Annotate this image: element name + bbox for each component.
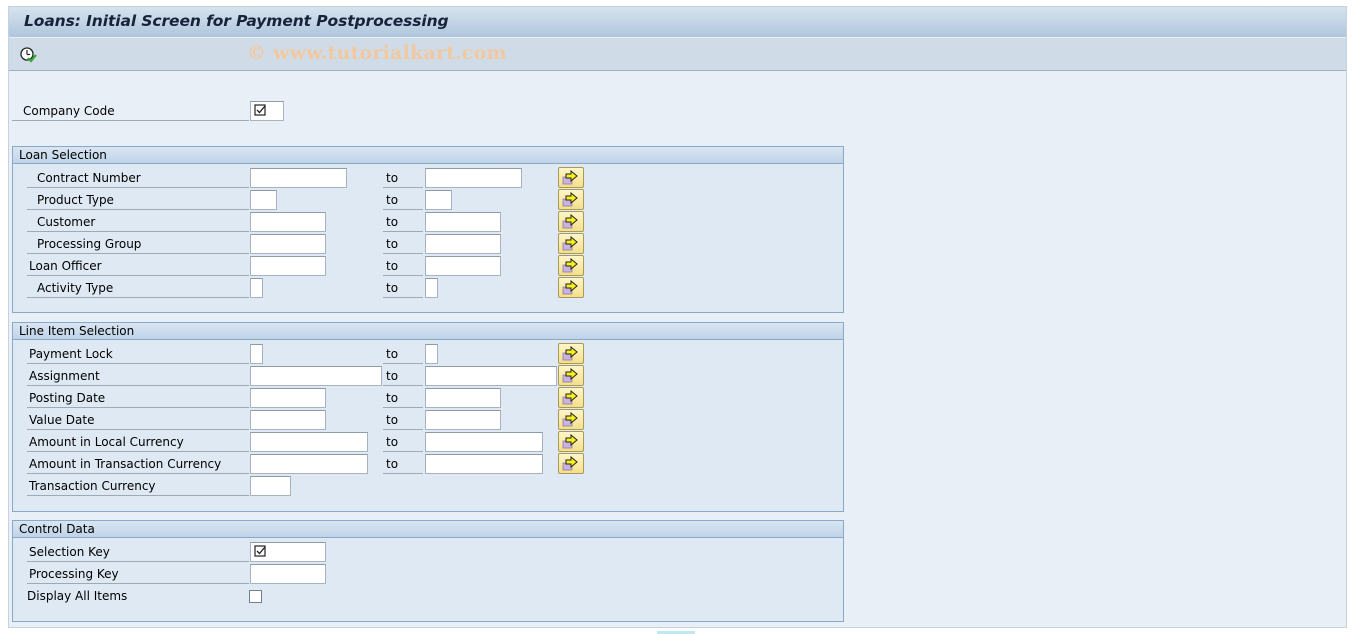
range-from-input[interactable]: [250, 366, 382, 386]
multiple-selection-arrow-icon: [562, 170, 578, 185]
line-item-selection-title: Line Item Selection: [13, 323, 843, 340]
multiple-selection-arrow-icon: [562, 390, 578, 405]
field-label: Value Date: [27, 410, 249, 430]
field-label: Loan Officer: [27, 256, 249, 276]
field-label: Posting Date: [27, 388, 249, 408]
multiple-selection-arrow-icon: [562, 412, 578, 427]
sap-window: Loans: Initial Screen for Payment Postpr…: [8, 6, 1347, 628]
multiple-selection-arrow-icon: [562, 214, 578, 229]
range-from-input[interactable]: [250, 388, 326, 408]
multiple-selection-arrow-icon: [562, 434, 578, 449]
range-from-input[interactable]: [250, 190, 277, 210]
multiple-selection-button[interactable]: [558, 211, 584, 232]
range-to-input[interactable]: [425, 388, 501, 408]
to-label: to: [383, 234, 423, 254]
to-label: to: [383, 212, 423, 232]
multiple-selection-arrow-icon: [562, 346, 578, 361]
transaction-currency-label: Transaction Currency: [27, 476, 249, 496]
range-from-input[interactable]: [250, 212, 326, 232]
field-label: Amount in Local Currency: [27, 432, 249, 452]
range-from-input[interactable]: [250, 410, 326, 430]
to-label: to: [383, 366, 423, 386]
range-from-input[interactable]: [250, 344, 263, 364]
application-toolbar: © www.tutorialkart.com: [9, 38, 1346, 71]
title-bar: Loans: Initial Screen for Payment Postpr…: [9, 7, 1346, 38]
multiple-selection-arrow-icon: [562, 258, 578, 273]
multiple-selection-button[interactable]: [558, 343, 584, 364]
required-checkbox-icon: [254, 104, 266, 116]
multiple-selection-button[interactable]: [558, 233, 584, 254]
range-to-input[interactable]: [425, 212, 501, 232]
to-label: to: [383, 388, 423, 408]
range-to-input[interactable]: [425, 168, 522, 188]
range-from-input[interactable]: [250, 432, 368, 452]
multiple-selection-arrow-icon: [562, 456, 578, 471]
execute-button[interactable]: [19, 46, 39, 64]
range-to-input[interactable]: [425, 234, 501, 254]
multiple-selection-button[interactable]: [558, 387, 584, 408]
range-to-input[interactable]: [425, 432, 543, 452]
processing-key-label: Processing Key: [27, 564, 249, 584]
multiple-selection-button[interactable]: [558, 277, 584, 298]
execute-clock-check-icon: [20, 47, 37, 63]
to-label: to: [383, 344, 423, 364]
processing-key-input[interactable]: [250, 564, 326, 584]
multiple-selection-button[interactable]: [558, 365, 584, 386]
field-label: Product Type: [27, 190, 249, 210]
selection-key-input[interactable]: [250, 542, 326, 562]
range-from-input[interactable]: [250, 256, 326, 276]
to-label: to: [383, 432, 423, 452]
window-title: Loans: Initial Screen for Payment Postpr…: [24, 12, 449, 30]
range-to-input[interactable]: [425, 366, 557, 386]
multiple-selection-button[interactable]: [558, 409, 584, 430]
range-from-input[interactable]: [250, 234, 326, 254]
multiple-selection-button[interactable]: [558, 431, 584, 452]
multiple-selection-button[interactable]: [558, 167, 584, 188]
required-checkbox-icon: [254, 545, 266, 557]
multiple-selection-arrow-icon: [562, 192, 578, 207]
control-data-title: Control Data: [13, 521, 843, 538]
multiple-selection-arrow-icon: [562, 236, 578, 251]
range-to-input[interactable]: [425, 278, 438, 298]
to-label: to: [383, 278, 423, 298]
range-to-input[interactable]: [425, 454, 543, 474]
to-label: to: [383, 410, 423, 430]
display-all-items-label: Display All Items: [27, 589, 128, 603]
field-label: Activity Type: [27, 278, 249, 298]
multiple-selection-button[interactable]: [558, 255, 584, 276]
range-to-input[interactable]: [425, 344, 438, 364]
to-label: to: [383, 168, 423, 188]
to-label: to: [383, 256, 423, 276]
selection-key-label: Selection Key: [27, 542, 249, 562]
display-all-items-checkbox[interactable]: [249, 590, 262, 603]
range-to-input[interactable]: [425, 410, 501, 430]
multiple-selection-button[interactable]: [558, 453, 584, 474]
field-label: Assignment: [27, 366, 249, 386]
multiple-selection-arrow-icon: [562, 368, 578, 383]
field-label: Payment Lock: [27, 344, 249, 364]
range-from-input[interactable]: [250, 454, 368, 474]
field-label: Processing Group: [27, 234, 249, 254]
field-label: Amount in Transaction Currency: [27, 454, 249, 474]
range-to-input[interactable]: [425, 190, 452, 210]
to-label: to: [383, 454, 423, 474]
range-from-input[interactable]: [250, 168, 347, 188]
field-label: Customer: [27, 212, 249, 232]
transaction-currency-input[interactable]: [250, 476, 291, 496]
field-label: Contract Number: [27, 168, 249, 188]
company-code-label: Company Code: [12, 101, 249, 121]
range-to-input[interactable]: [425, 256, 501, 276]
range-from-input[interactable]: [250, 278, 263, 298]
multiple-selection-arrow-icon: [562, 280, 578, 295]
watermark-text: © www.tutorialkart.com: [247, 42, 507, 64]
to-label: to: [383, 190, 423, 210]
loan-selection-title: Loan Selection: [13, 147, 843, 164]
multiple-selection-button[interactable]: [558, 189, 584, 210]
company-code-input[interactable]: [250, 101, 284, 121]
